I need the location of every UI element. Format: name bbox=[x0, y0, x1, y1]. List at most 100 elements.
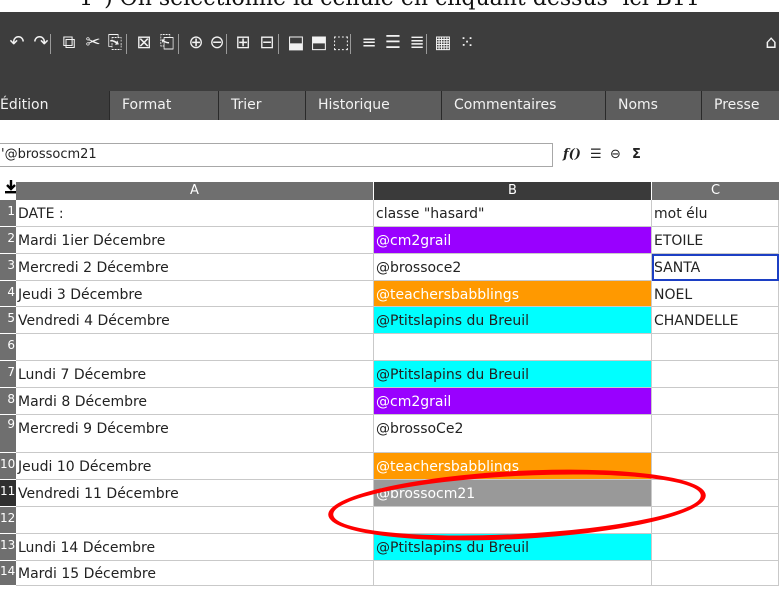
row-header[interactable]: 11 bbox=[0, 480, 16, 507]
cell-b[interactable]: @Ptitslapins du Breuil bbox=[374, 361, 652, 388]
wrap-icon[interactable]: ⬚ bbox=[330, 32, 352, 54]
tab-label: Noms bbox=[618, 97, 658, 113]
tab-historique[interactable]: Historique bbox=[306, 91, 442, 120]
cell-c[interactable] bbox=[652, 361, 779, 388]
link-icon[interactable]: ⊖ bbox=[610, 146, 621, 164]
function-icon[interactable]: f() bbox=[563, 146, 581, 164]
table-row: Lundi 7 Décembre @Ptitslapins du Breuil bbox=[16, 361, 779, 388]
cell-a[interactable]: Mardi 1ier Décembre bbox=[16, 227, 374, 254]
sum-icon[interactable]: Σ bbox=[632, 146, 641, 164]
cell-a[interactable]: Mardi 8 Décembre bbox=[16, 388, 374, 415]
row-header[interactable]: 12 bbox=[0, 507, 16, 534]
toolbar-separator bbox=[350, 34, 351, 54]
insert-cols-icon[interactable]: ⊟ bbox=[256, 32, 278, 54]
row-header[interactable]: 2 bbox=[0, 227, 16, 254]
cell-b[interactable]: @teachersbabblings bbox=[374, 281, 652, 307]
cell-c[interactable] bbox=[652, 507, 779, 534]
cell-c[interactable]: CHANDELLE bbox=[652, 307, 779, 334]
cell-c[interactable] bbox=[652, 561, 779, 586]
grid-icon[interactable]: ⁙ bbox=[456, 32, 478, 54]
cell-a[interactable] bbox=[16, 507, 374, 534]
cell-content-input[interactable]: '@brossocm21 bbox=[0, 143, 553, 167]
cell-b[interactable]: @teachersbabblings bbox=[374, 453, 652, 480]
cell-a[interactable]: Vendredi 11 Décembre bbox=[16, 480, 374, 507]
cell-b[interactable] bbox=[374, 507, 652, 534]
cell-c[interactable] bbox=[652, 534, 779, 561]
borders-icon[interactable]: ▦ bbox=[432, 32, 454, 54]
cell-a[interactable]: Jeudi 10 Décembre bbox=[16, 453, 374, 480]
cell-b[interactable]: @Ptitslapins du Breuil bbox=[374, 307, 652, 334]
align-icon[interactable]: ☰ bbox=[590, 146, 602, 164]
row-header[interactable]: 8 bbox=[0, 388, 16, 415]
cell-a[interactable] bbox=[16, 334, 374, 361]
align-left-icon[interactable]: ≡ bbox=[358, 32, 380, 54]
cell-c[interactable]: mot élu bbox=[652, 200, 779, 227]
table-row: Vendredi 11 Décembre @brossocm21 bbox=[16, 480, 779, 507]
clear-icon[interactable]: ⊠ bbox=[133, 32, 155, 54]
tab-noms[interactable]: Noms bbox=[606, 91, 702, 120]
tab-presse[interactable]: Presse bbox=[702, 91, 779, 120]
cell-c[interactable]: ETOILE bbox=[652, 227, 779, 254]
align-center-icon[interactable]: ☰ bbox=[382, 32, 404, 54]
merge-icon[interactable]: ⬓ bbox=[285, 32, 307, 54]
toolbar-separator bbox=[126, 34, 127, 54]
cell-b[interactable]: @brossoCe2 bbox=[374, 415, 652, 453]
cell-b[interactable]: @brossoce2 bbox=[374, 254, 652, 281]
cell-b[interactable]: @cm2grail bbox=[374, 388, 652, 415]
cell-a[interactable]: Mardi 15 Décembre bbox=[16, 561, 374, 586]
lock-icon[interactable]: ⊕ bbox=[185, 32, 207, 54]
cell-b[interactable]: @Ptitslapins du Breuil bbox=[374, 534, 652, 561]
cut-icon[interactable]: ✂ bbox=[82, 32, 104, 54]
table-row: Jeudi 10 Décembre @teachersbabblings bbox=[16, 453, 779, 480]
tab-trier[interactable]: Trier bbox=[219, 91, 306, 120]
tab-format[interactable]: Format bbox=[110, 91, 219, 120]
cell-c[interactable] bbox=[652, 453, 779, 480]
table-row: Mardi 15 Décembre bbox=[16, 561, 779, 586]
row-header[interactable]: 10 bbox=[0, 453, 16, 480]
tab-edition[interactable]: Édition bbox=[0, 91, 110, 120]
cell-c[interactable] bbox=[652, 415, 779, 453]
cell-a[interactable]: Jeudi 3 Décembre bbox=[16, 281, 374, 307]
paste-icon[interactable]: ⎘ bbox=[104, 32, 126, 54]
cell-c[interactable] bbox=[652, 334, 779, 361]
table-row: Mardi 1ier Décembre @cm2grail ETOILE bbox=[16, 227, 779, 254]
cell-c[interactable] bbox=[652, 388, 779, 415]
cell-a[interactable]: Lundi 14 Décembre bbox=[16, 534, 374, 561]
grid-corner[interactable] bbox=[0, 176, 17, 200]
undo-icon[interactable]: ↶ bbox=[6, 32, 28, 54]
cell-a[interactable]: Mercredi 9 Décembre bbox=[16, 415, 374, 453]
row-header[interactable]: 4 bbox=[0, 281, 16, 307]
column-header-a[interactable]: A bbox=[16, 182, 374, 200]
cell-b[interactable] bbox=[374, 334, 652, 361]
split-icon[interactable]: ⬒ bbox=[308, 32, 330, 54]
row-header[interactable]: 5 bbox=[0, 307, 16, 334]
column-header-c[interactable]: C bbox=[652, 182, 779, 200]
unlock-icon[interactable]: ⊖ bbox=[206, 32, 228, 54]
cell-a[interactable]: Vendredi 4 Décembre bbox=[16, 307, 374, 334]
cell-b[interactable] bbox=[374, 561, 652, 586]
align-right-icon[interactable]: ≣ bbox=[406, 32, 428, 54]
insert-rows-icon[interactable]: ⊞ bbox=[232, 32, 254, 54]
lock-cell-icon[interactable]: ⌂ bbox=[760, 32, 779, 54]
cell-b[interactable]: @cm2grail bbox=[374, 227, 652, 254]
redo-icon[interactable]: ↷ bbox=[30, 32, 52, 54]
row-header[interactable]: 1 bbox=[0, 200, 16, 227]
row-header[interactable]: 3 bbox=[0, 254, 16, 281]
paste-special-icon[interactable]: ⎗ bbox=[156, 32, 178, 54]
tab-commentaires[interactable]: Commentaires bbox=[442, 91, 606, 120]
cell-a[interactable]: DATE : bbox=[16, 200, 374, 227]
row-header[interactable]: 13 bbox=[0, 534, 16, 561]
cell-b[interactable]: @brossocm21 bbox=[374, 480, 652, 507]
row-header[interactable]: 9 bbox=[0, 415, 16, 453]
cell-a[interactable]: Mercredi 2 Décembre bbox=[16, 254, 374, 281]
cell-b[interactable]: classe "hasard" bbox=[374, 200, 652, 227]
cell-c[interactable]: SANTA bbox=[652, 254, 779, 281]
column-header-b[interactable]: B bbox=[374, 182, 652, 200]
row-header[interactable]: 6 bbox=[0, 334, 16, 361]
row-header[interactable]: 7 bbox=[0, 361, 16, 388]
cell-a[interactable]: Lundi 7 Décembre bbox=[16, 361, 374, 388]
row-header[interactable]: 14 bbox=[0, 561, 16, 586]
cell-c[interactable] bbox=[652, 480, 779, 507]
cell-c[interactable]: NOEL bbox=[652, 281, 779, 307]
copy-icon[interactable]: ⧉ bbox=[58, 32, 80, 54]
